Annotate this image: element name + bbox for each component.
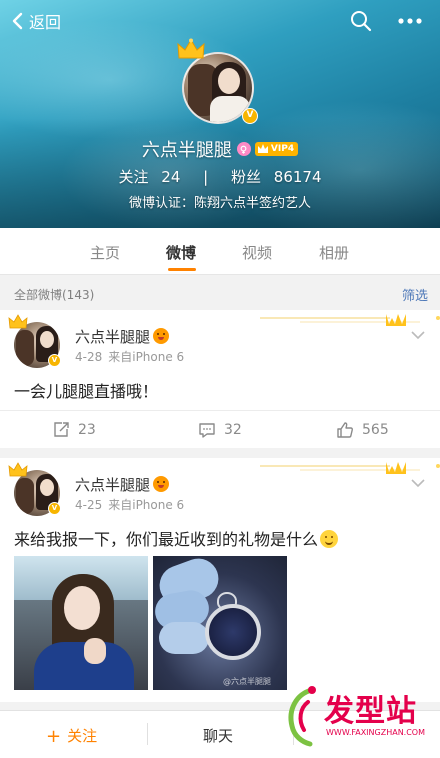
chevron-down-icon[interactable] [410,330,426,340]
following-label: 关注 [118,168,149,186]
avatar-face [40,331,54,348]
verified-badge-icon: V [242,108,258,124]
followers-count: 86174 [273,168,322,186]
post-author-name: 六点半腿腿 [75,476,151,494]
followers-stat[interactable]: 粉丝 86174 [227,168,326,186]
avatar-face [218,68,240,94]
tab-home[interactable]: 主页 [90,242,120,263]
vip-badge[interactable]: VIP4 [254,142,299,156]
chevron-down-icon[interactable] [410,478,426,488]
photo-watermark: @六点半腿腿 [223,677,271,686]
follow-button[interactable]: + 关注 [46,725,97,747]
verified-badge-icon: V [48,502,61,515]
active-tab-indicator [168,268,196,271]
crown-icon [8,314,28,329]
profile-cover: 返回 V 六点半腿腿 VIP4 关注 24 | 粉丝 86174 微博认证：陈翔… [0,0,440,228]
photo-pendant [205,604,261,660]
post-author-name: 六点半腿腿 [75,328,151,346]
vip-card-decoration [260,462,440,474]
comment-icon [199,423,215,438]
comment-count: 32 [224,422,242,438]
post-text: 一会儿腿腿直播哦！ [14,382,159,401]
avatar-horse [16,330,34,366]
vip-card-decoration [260,314,440,326]
smile-emoji-icon [320,530,339,548]
post-text: 来给我报一下，你们最近收到的礼物是什么 [14,526,339,550]
chat-button[interactable]: 聊天 [203,725,233,746]
profile-name: 六点半腿腿 [141,140,232,161]
divider [147,723,148,745]
photo-hand [84,638,106,664]
top-bar: 返回 [0,0,440,44]
tab-weibo[interactable]: 微博 [166,242,196,263]
follow-label: 关注 [67,727,98,745]
crown-icon [177,38,205,59]
repost-button[interactable]: 23 [52,421,96,439]
post-date: 4-28 [75,350,103,364]
stat-divider: | [203,168,209,186]
back-label: 返回 [29,13,62,32]
female-icon [236,142,251,156]
post-photo[interactable]: @六点半腿腿 [153,556,287,690]
post-card[interactable]: V 六点半腿腿 4-25 来自iPhone 6 来给我报一下，你们最近收到的礼物是… [0,458,440,702]
filter-button[interactable]: 筛选 [402,285,428,304]
post-meta: 4-28 来自iPhone 6 [75,348,184,365]
post-text-content: 来给我报一下，你们最近收到的礼物是什么 [14,530,319,549]
post-source: 来自iPhone 6 [108,498,185,512]
verification-text: 微博认证：陈翔六点半签约艺人 [128,196,311,211]
emoji-icon [153,328,170,344]
post-source: 来自iPhone 6 [108,350,185,364]
post-card[interactable]: V 六点半腿腿 4-28 来自iPhone 6 一会儿腿腿直播哦！ 23 32 5… [0,310,440,448]
photo-nail [159,622,209,654]
like-count: 565 [362,422,389,438]
tab-video[interactable]: 视频 [242,242,272,263]
filter-bar: 全部微博(143) 筛选 [0,276,440,310]
followers-label: 粉丝 [231,168,262,186]
avatar-horse [16,478,34,514]
search-icon[interactable] [350,10,372,32]
post-date: 4-25 [75,498,103,512]
post-photo[interactable] [14,556,148,690]
post-author[interactable]: 六点半腿腿 [75,474,170,495]
chevron-left-icon [12,12,23,30]
photo-face [64,586,100,630]
post-actions: 23 32 565 [0,410,440,448]
like-button[interactable]: 565 [336,421,389,439]
verified-badge-icon: V [48,354,61,367]
more-dots-icon[interactable] [397,12,423,30]
following-count: 24 [161,168,181,186]
emoji-icon [153,476,170,492]
all-posts-count: 全部微博(143) [14,288,95,302]
repost-count: 23 [78,422,96,438]
profile-tabs: 主页 微博 视频 相册 [0,228,440,275]
thumbs-up-icon [337,422,353,438]
tab-album[interactable]: 相册 [319,242,349,263]
site-watermark: 发型站 WWW.FAXINGZHAN.COM [280,680,438,758]
comment-button[interactable]: 32 [198,421,242,439]
share-icon [54,422,69,437]
profile-page: 返回 V 六点半腿腿 VIP4 关注 24 | 粉丝 86174 微博认证：陈翔… [0,0,440,758]
watermark-logo-icon [288,686,316,747]
post-meta: 4-25 来自iPhone 6 [75,496,184,513]
watermark-text: 发型站 [324,694,417,729]
vip-label: VIP4 [270,144,295,154]
watermark-url: WWW.FAXINGZHAN.COM [326,728,425,737]
profile-name-row: 六点半腿腿 VIP4 [0,136,440,162]
post-author[interactable]: 六点半腿腿 [75,326,170,347]
avatar-face [40,479,54,496]
profile-avatar[interactable]: V [176,38,268,126]
crown-icon [8,462,28,477]
vip-crown-icon [257,144,268,153]
following-stat[interactable]: 关注 24 [114,168,189,186]
back-button[interactable]: 返回 [10,9,61,33]
plus-icon: + [46,726,62,747]
profile-stats: 关注 24 | 粉丝 86174 [0,166,440,187]
